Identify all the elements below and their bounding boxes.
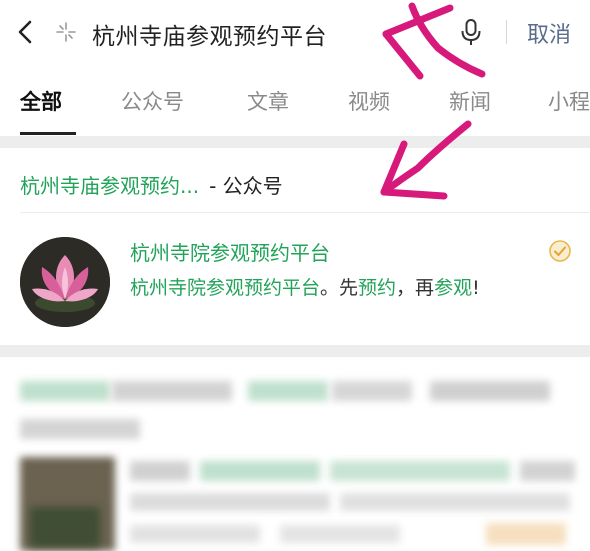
- tab-mini-programs[interactable]: 小程: [548, 86, 590, 116]
- desc-text: ，再: [396, 277, 435, 299]
- account-description: 杭州寺院参观预约平台。先预约，再参观!: [130, 273, 480, 300]
- desc-highlight: 杭州寺院参观预约平台: [130, 277, 321, 299]
- desc-highlight: 预约: [358, 277, 397, 299]
- desc-text: 。先: [320, 277, 359, 299]
- tab-videos[interactable]: 视频: [348, 86, 390, 116]
- section-title-suffix: - 公众号: [209, 174, 283, 198]
- microphone-icon[interactable]: [458, 17, 484, 47]
- section-divider: [0, 136, 590, 148]
- account-name: 杭州寺院参观预约平台: [130, 241, 330, 265]
- search-bar: 杭州寺庙参观预约平台 取消: [0, 0, 590, 66]
- verified-badge-icon: [549, 240, 571, 262]
- sparkle-icon: [56, 22, 76, 42]
- tab-news[interactable]: 新闻: [449, 86, 491, 116]
- chevron-left-icon[interactable]: [14, 16, 38, 48]
- tab-official-accounts[interactable]: 公众号: [121, 86, 184, 116]
- section-divider: [0, 345, 590, 357]
- divider: [506, 20, 507, 44]
- lotus-icon: [20, 237, 110, 327]
- section-header[interactable]: 杭州寺庙参观预约... - 公众号: [0, 148, 590, 212]
- section-title: 杭州寺庙参观预约... - 公众号: [20, 170, 283, 199]
- desc-text: !: [472, 277, 480, 299]
- tab-all[interactable]: 全部: [20, 86, 62, 116]
- cancel-button[interactable]: 取消: [527, 17, 571, 49]
- tab-bar: 全部 公众号 文章 视频 新闻 小程: [0, 66, 590, 136]
- blurred-results: [0, 357, 590, 551]
- avatar: [20, 237, 110, 327]
- search-input[interactable]: 杭州寺庙参观预约平台: [92, 17, 327, 51]
- tab-articles[interactable]: 文章: [247, 86, 289, 116]
- section-title-highlight: 杭州寺庙参观预约...: [20, 174, 200, 198]
- official-account-card[interactable]: 杭州寺院参观预约平台 杭州寺院参观预约平台。先预约，再参观!: [0, 213, 590, 345]
- desc-highlight: 参观: [434, 277, 473, 299]
- active-tab-indicator: [20, 132, 76, 135]
